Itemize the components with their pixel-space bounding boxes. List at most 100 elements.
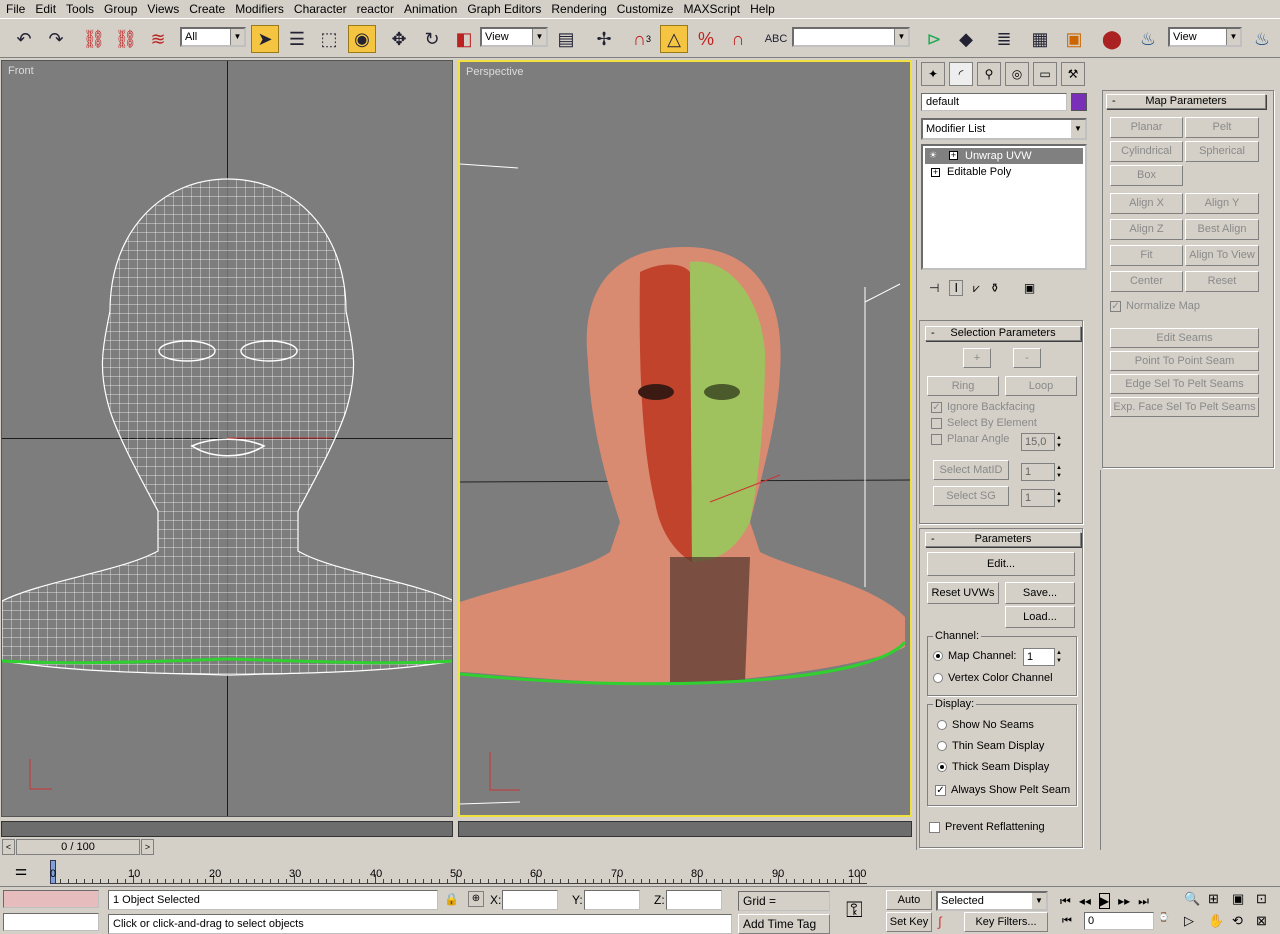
- modify-tab-icon[interactable]: ◜: [949, 62, 973, 86]
- chevron-left-icon[interactable]: <: [2, 839, 15, 855]
- motion-tab-icon[interactable]: ◎: [1005, 62, 1029, 86]
- mini-curve-editor-icon[interactable]: ⚌: [10, 862, 32, 882]
- reset-button[interactable]: Reset: [1185, 271, 1259, 292]
- menu-edit[interactable]: Edit: [31, 0, 62, 18]
- curve-editor-icon[interactable]: ▦: [1026, 25, 1054, 53]
- z-coordinate-field[interactable]: [666, 890, 722, 910]
- redo-icon[interactable]: ↷: [42, 25, 70, 53]
- named-selection-sets-dropdown[interactable]: ▼: [792, 27, 910, 47]
- menu-customize[interactable]: Customize: [613, 0, 680, 18]
- maximize-viewport-icon[interactable]: ⊠: [1256, 913, 1278, 933]
- prevent-reflattening-checkbox[interactable]: Prevent Reflattening: [929, 821, 1045, 833]
- align-x-button[interactable]: Align X: [1110, 193, 1183, 214]
- menu-rendering[interactable]: Rendering: [547, 0, 612, 18]
- move-icon[interactable]: ✥: [385, 25, 413, 53]
- bind-space-warp-icon[interactable]: ≋: [144, 25, 172, 53]
- current-frame-field[interactable]: 0: [1084, 912, 1154, 930]
- track-bar[interactable]: ⚌ 0 10 20 30 40 50 60 70 80 90 100: [0, 858, 912, 886]
- planar-angle-checkbox[interactable]: Planar Angle: [931, 433, 1009, 445]
- thin-seam-display-radio[interactable]: Thin Seam Display: [937, 740, 1044, 752]
- stack-item-editable-poly[interactable]: Editable Poly: [925, 164, 1083, 180]
- go-to-start-icon[interactable]: ⏮: [1060, 894, 1071, 909]
- play-icon[interactable]: ▶: [1098, 893, 1111, 909]
- create-tab-icon[interactable]: ✦: [921, 62, 945, 86]
- schematic-view-icon[interactable]: ▣: [1060, 25, 1088, 53]
- lightbulb-icon[interactable]: ☀: [929, 150, 939, 160]
- map-channel-radio[interactable]: Map Channel:: [933, 650, 1017, 662]
- quick-render-icon[interactable]: ♨: [1248, 25, 1276, 53]
- select-object-icon[interactable]: ➤: [251, 25, 279, 53]
- go-to-end-icon[interactable]: ⏭: [1138, 894, 1149, 909]
- make-unique-icon[interactable]: ⩗: [973, 281, 980, 296]
- select-by-element-checkbox[interactable]: Select By Element: [931, 417, 1037, 429]
- unlink-icon[interactable]: ⛓: [112, 25, 140, 53]
- normalize-map-checkbox[interactable]: ✓ Normalize Map: [1110, 300, 1200, 312]
- scale-icon[interactable]: ◧: [450, 25, 478, 53]
- edge-sel-to-pelt-seams-button[interactable]: Edge Sel To Pelt Seams: [1110, 374, 1259, 394]
- snap-toggle-icon[interactable]: ∩ 3: [628, 25, 656, 53]
- layer-manager-icon[interactable]: ≣: [990, 25, 1018, 53]
- key-mode-toggle-icon[interactable]: ⏮: [1062, 915, 1072, 928]
- select-sg-button[interactable]: Select SG: [933, 486, 1009, 506]
- material-editor-icon[interactable]: ⬤: [1098, 25, 1126, 53]
- point-to-point-seam-button[interactable]: Point To Point Seam: [1110, 351, 1259, 371]
- shrink-selection-button[interactable]: -: [1013, 348, 1041, 368]
- maxscript-input-mini[interactable]: [3, 913, 99, 931]
- load-button[interactable]: Load...: [1005, 606, 1075, 628]
- exp-face-sel-to-pelt-seams-button[interactable]: Exp. Face Sel To Pelt Seams: [1110, 397, 1259, 417]
- frame-indicator[interactable]: 0 / 100: [16, 839, 140, 855]
- edit-named-selections-icon[interactable]: ABC: [762, 25, 790, 53]
- selection-filter-dropdown[interactable]: All ▼: [180, 27, 246, 47]
- chevron-right-icon[interactable]: >: [141, 839, 154, 855]
- absolute-mode-icon[interactable]: ⊕: [468, 891, 484, 907]
- save-button[interactable]: Save...: [1005, 582, 1075, 604]
- front-viewport[interactable]: Front: [1, 60, 453, 817]
- set-key-icon[interactable]: ⚿: [846, 897, 863, 923]
- align-y-button[interactable]: Align Y: [1185, 193, 1259, 214]
- mirror-icon[interactable]: ⊳: [920, 25, 948, 53]
- set-key-button[interactable]: Set Key: [886, 912, 932, 932]
- box-button[interactable]: Box: [1110, 165, 1183, 186]
- menu-maxscript[interactable]: MAXScript: [679, 0, 746, 18]
- percent-snap-icon[interactable]: %: [692, 25, 720, 53]
- sg-spinner[interactable]: 1: [1021, 489, 1066, 507]
- always-show-pelt-seam-checkbox[interactable]: ✓ Always Show Pelt Seam: [935, 784, 1070, 796]
- rotate-icon[interactable]: ↻: [418, 25, 446, 53]
- planar-button[interactable]: Planar: [1110, 117, 1183, 138]
- zoom-all-icon[interactable]: ⊞: [1208, 891, 1230, 911]
- pelt-button[interactable]: Pelt: [1185, 117, 1259, 138]
- time-configuration-icon[interactable]: ⌚: [1158, 912, 1172, 930]
- select-matid-button[interactable]: Select MatID: [933, 460, 1009, 480]
- menu-file[interactable]: File: [2, 0, 31, 18]
- remove-modifier-icon[interactable]: ⚱: [990, 281, 1000, 295]
- object-color-swatch[interactable]: [1071, 93, 1087, 111]
- next-frame-icon[interactable]: ▸▸: [1118, 894, 1130, 908]
- menu-group[interactable]: Group: [100, 0, 143, 18]
- hierarchy-tab-icon[interactable]: ⚲: [977, 62, 1001, 86]
- display-tab-icon[interactable]: ▭: [1033, 62, 1057, 86]
- show-no-seams-radio[interactable]: Show No Seams: [937, 719, 1034, 731]
- show-end-result-icon[interactable]: Ⅰ: [949, 280, 963, 296]
- expand-icon[interactable]: +: [931, 168, 940, 177]
- cylindrical-button[interactable]: Cylindrical: [1110, 141, 1183, 162]
- map-parameters-header[interactable]: - Map Parameters: [1106, 94, 1266, 109]
- reference-coordinate-dropdown[interactable]: View ▼: [480, 27, 548, 47]
- menu-character[interactable]: Character: [290, 0, 353, 18]
- angle-snap-icon[interactable]: △: [660, 25, 688, 53]
- reset-uvws-button[interactable]: Reset UVWs: [927, 582, 999, 604]
- zoom-icon[interactable]: 🔍: [1184, 891, 1206, 911]
- maxscript-listener-mini[interactable]: [3, 890, 99, 908]
- spherical-button[interactable]: Spherical: [1185, 141, 1259, 162]
- ring-button[interactable]: Ring: [927, 376, 999, 396]
- menu-animation[interactable]: Animation: [400, 0, 463, 18]
- loop-button[interactable]: Loop: [1005, 376, 1077, 396]
- center-button[interactable]: Center: [1110, 271, 1183, 292]
- auto-key-button[interactable]: Auto Key: [886, 890, 932, 924]
- expand-icon[interactable]: +: [949, 151, 958, 160]
- fit-button[interactable]: Fit: [1110, 245, 1183, 266]
- align-z-button[interactable]: Align Z: [1110, 219, 1183, 240]
- field-of-view-icon[interactable]: ▷: [1184, 913, 1206, 933]
- modifier-list-dropdown[interactable]: Modifier List ▼: [921, 118, 1087, 140]
- lock-icon[interactable]: 🔒: [444, 892, 459, 906]
- spinner-snap-icon[interactable]: ∩: [724, 25, 752, 53]
